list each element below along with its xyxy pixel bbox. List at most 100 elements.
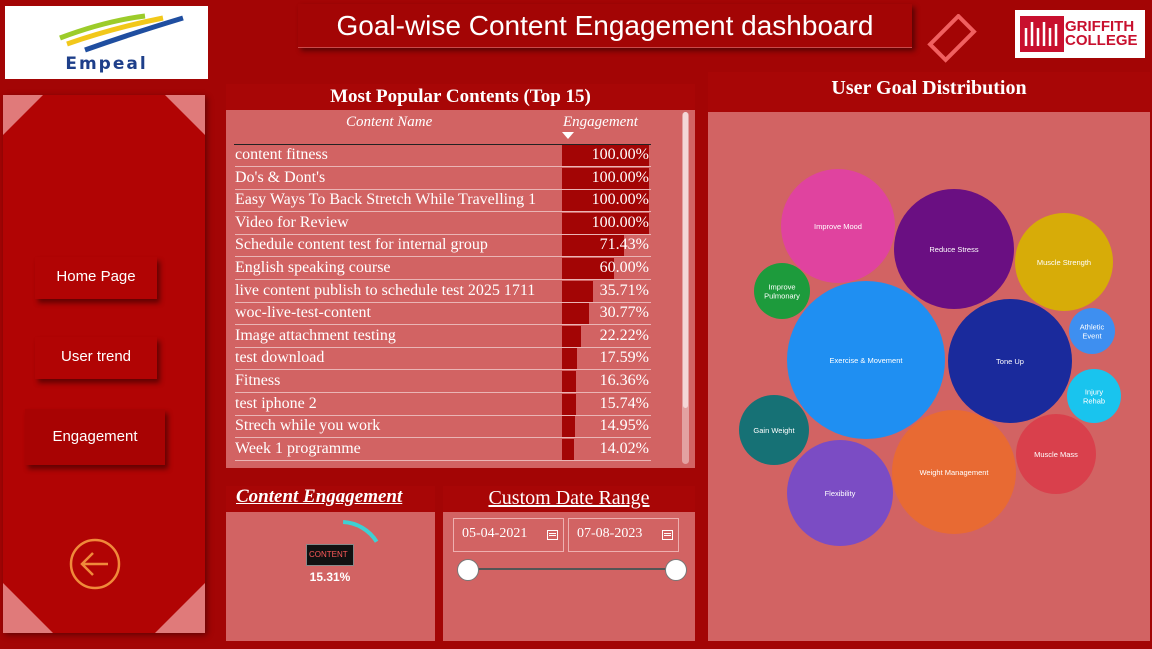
table-row[interactable]: Do's & Dont's 100.00% xyxy=(235,167,686,190)
start-date-input[interactable]: 05-04-2021 xyxy=(453,518,564,552)
corner-decoration xyxy=(3,95,43,135)
back-arrow-icon[interactable] xyxy=(68,537,122,591)
engagement-value-cell: 100.00% xyxy=(591,191,649,209)
content-name-cell: Image attachment testing xyxy=(235,326,396,344)
goal-bubble-label: Muscle Mass xyxy=(1034,450,1078,459)
content-engagement-card: Content Engagement CONTENT 15.31% xyxy=(226,486,435,641)
content-name-cell: Easy Ways To Back Stretch While Travelli… xyxy=(235,191,537,209)
date-slider-start-handle[interactable] xyxy=(457,559,479,581)
user-goal-distribution-panel: User Goal Distribution Improve Mood Reduc… xyxy=(708,72,1150,641)
table-row[interactable]: Video for Review 100.00% xyxy=(235,212,686,235)
corner-decoration xyxy=(165,95,205,135)
goal-bubble-label: Flexibility xyxy=(825,489,856,498)
engagement-value-cell: 60.00% xyxy=(599,259,649,276)
content-icon: CONTENT xyxy=(306,544,354,566)
calendar-icon[interactable] xyxy=(547,529,558,540)
scrollbar-track[interactable] xyxy=(682,112,689,464)
popular-contents-table: Most Popular Contents (Top 15) Content N… xyxy=(226,84,695,468)
end-date-input[interactable]: 07-08-2023 xyxy=(568,518,679,552)
row-divider xyxy=(235,459,651,461)
column-header-content-name[interactable]: Content Name xyxy=(346,114,432,131)
engagement-value-cell: 71.43% xyxy=(599,236,649,254)
engagement-value-cell: 22.22% xyxy=(599,326,649,344)
page-title: Goal-wise Content Engagement dashboard xyxy=(298,4,912,48)
table-row[interactable]: Strech while you work 14.95% xyxy=(235,416,686,439)
engagement-value-cell: 100.00% xyxy=(591,213,649,231)
empeal-logo: Empeal xyxy=(5,6,208,79)
table-row[interactable]: Week 1 programme 14.02% xyxy=(235,438,686,461)
goal-bubble-label: Tone Up xyxy=(996,357,1024,366)
nav-engagement-button[interactable]: Engagement xyxy=(25,409,165,465)
griffith-college-logo: GRIFFITH COLLEGE xyxy=(1015,10,1145,58)
corner-decoration xyxy=(3,583,53,633)
goal-bubble-chart: Improve Mood Reduce Stress Muscle Strength… xyxy=(739,169,1121,546)
goal-bubble-label: Rehab xyxy=(1083,397,1105,406)
nav-user-trend-button[interactable]: User trend xyxy=(35,337,157,379)
table-row[interactable]: Schedule content test for internal group… xyxy=(235,235,686,258)
table-row[interactable]: test iphone 2 15.74% xyxy=(235,393,686,416)
content-name-cell: Schedule content test for internal group xyxy=(235,236,488,254)
sort-desc-icon xyxy=(562,132,574,139)
goal-bubble-label: Improve xyxy=(768,283,795,292)
content-icon-label: CONTENT xyxy=(309,550,348,559)
content-name-cell: content fitness xyxy=(235,146,328,163)
goal-bubble-label: Injury xyxy=(1085,388,1104,397)
engagement-value-cell: 35.71% xyxy=(599,281,649,299)
diamond-icon xyxy=(927,14,977,63)
engagement-value-cell: 14.02% xyxy=(599,439,649,457)
sidebar: Home Page User trend Engagement xyxy=(3,95,205,633)
goal-bubble-label: Athletic xyxy=(1080,323,1105,332)
table-row[interactable]: English speaking course 60.00% xyxy=(235,258,686,280)
empeal-wordmark: Empeal xyxy=(65,54,148,74)
table-row[interactable]: Easy Ways To Back Stretch While Travelli… xyxy=(235,190,686,213)
content-name-cell: test iphone 2 xyxy=(235,394,317,412)
engagement-value: 15.31% xyxy=(309,570,351,584)
empeal-swoosh-icon xyxy=(59,13,184,53)
table-row[interactable]: Fitness 16.36% xyxy=(235,371,686,393)
goal-bubble-label: Improve Mood xyxy=(814,222,862,231)
date-slider-end-handle[interactable] xyxy=(665,559,687,581)
table-row[interactable]: Image attachment testing 22.22% xyxy=(235,325,686,348)
engagement-value-cell: 14.95% xyxy=(599,417,649,435)
start-date-value: 05-04-2021 xyxy=(462,526,528,541)
griffith-line2: COLLEGE xyxy=(1065,32,1138,49)
table-row[interactable]: content fitness 100.00% xyxy=(235,145,686,167)
corner-decoration xyxy=(155,583,205,633)
table-row[interactable]: live content publish to schedule test 20… xyxy=(235,280,686,303)
goal-bubble-label: Gain Weight xyxy=(753,426,795,435)
column-header-engagement[interactable]: Engagement xyxy=(563,114,638,131)
table-body: content fitness 100.00% Do's & Dont's 100.0… xyxy=(226,145,686,465)
date-slider-track[interactable] xyxy=(468,568,676,570)
scrollbar-thumb[interactable] xyxy=(683,112,688,408)
content-name-cell: Week 1 programme xyxy=(235,439,361,457)
nav-home-page-button[interactable]: Home Page xyxy=(35,257,157,299)
goal-bubble-label: Pulmonary xyxy=(764,292,800,301)
content-name-cell: Do's & Dont's xyxy=(235,168,326,186)
content-name-cell: live content publish to schedule test 20… xyxy=(235,281,536,299)
content-name-cell: Video for Review xyxy=(235,213,349,231)
content-engagement-title: Content Engagement xyxy=(236,486,403,507)
engagement-value-cell: 100.00% xyxy=(591,168,649,186)
table-row[interactable]: woc-live-test-content 30.77% xyxy=(235,303,686,326)
goal-bubble-label: Exercise & Movement xyxy=(830,356,904,365)
engagement-value-cell: 17.59% xyxy=(599,349,649,367)
content-name-cell: Fitness xyxy=(235,372,281,389)
griffith-crest-icon xyxy=(1020,16,1064,52)
custom-date-range-card: Custom Date Range 05-04-2021 07-08-2023 xyxy=(443,486,695,641)
calendar-icon[interactable] xyxy=(662,529,673,540)
content-name-cell: woc-live-test-content xyxy=(235,304,371,322)
content-name-cell: Strech while you work xyxy=(235,417,381,435)
content-name-cell: test download xyxy=(235,349,325,367)
engagement-value-cell: 15.74% xyxy=(599,394,649,412)
goal-bubble-label: Event xyxy=(1082,332,1102,341)
popular-contents-title: Most Popular Contents (Top 15) xyxy=(226,84,695,110)
engagement-value-cell: 16.36% xyxy=(599,372,649,389)
engagement-value-cell: 100.00% xyxy=(591,146,649,163)
engagement-value-cell: 30.77% xyxy=(599,304,649,322)
table-row[interactable]: test download 17.59% xyxy=(235,348,686,371)
goal-bubble-label: Muscle Strength xyxy=(1037,258,1091,267)
date-range-title: Custom Date Range xyxy=(488,487,650,509)
content-name-cell: English speaking course xyxy=(235,259,391,276)
end-date-value: 07-08-2023 xyxy=(577,526,643,541)
goal-bubble-label: Weight Management xyxy=(919,468,989,477)
